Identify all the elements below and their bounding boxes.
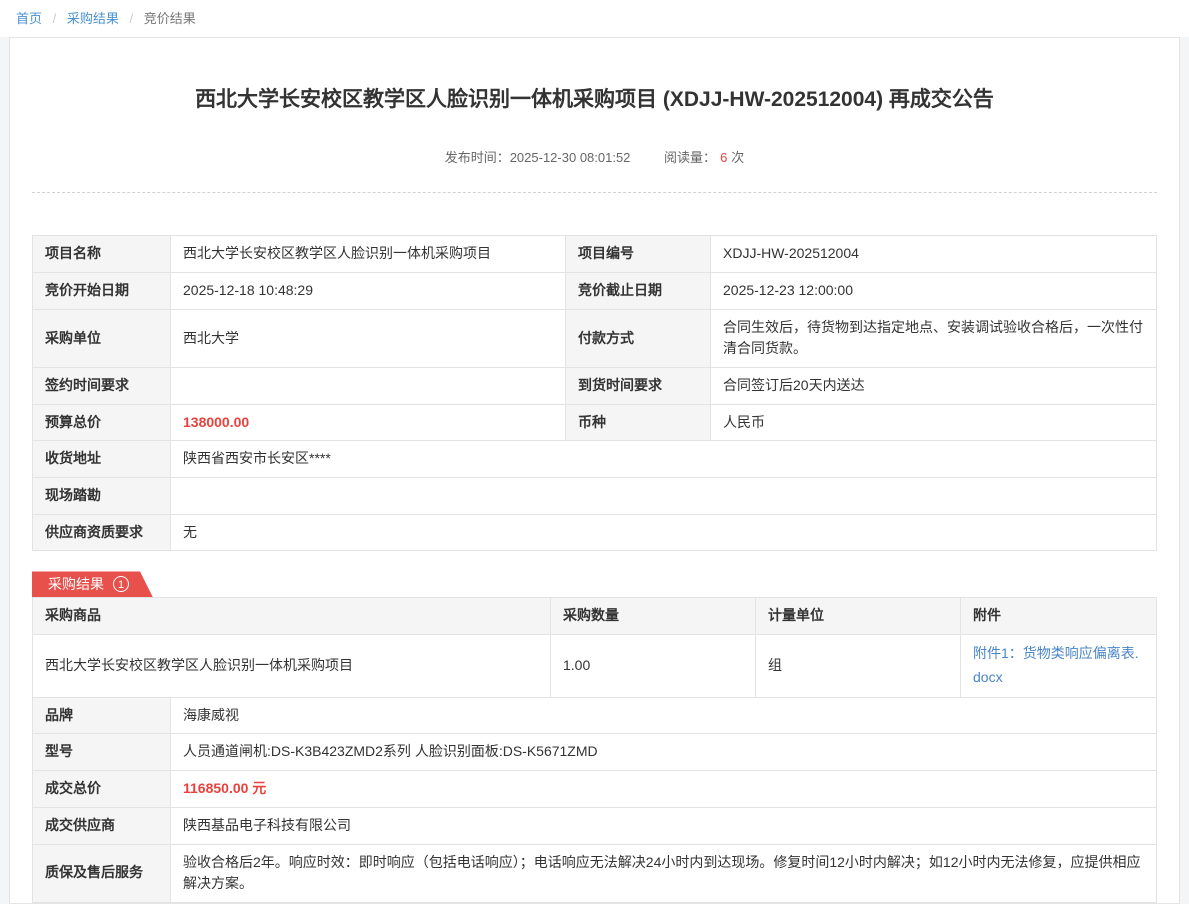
info-value-cell: 2025-12-23 12:00:00 xyxy=(711,272,1157,309)
brand-label-cell: 品牌 xyxy=(33,697,171,734)
table-row: 签约时间要求 到货时间要求 合同签订后20天内送达 xyxy=(33,368,1157,405)
table-row: 收货地址 陕西省西安市长安区**** xyxy=(33,441,1157,478)
publish-time-label: 发布时间： xyxy=(445,150,510,165)
info-label-cell: 到货时间要求 xyxy=(566,368,711,405)
column-header-product: 采购商品 xyxy=(33,598,551,635)
supplier-label-cell: 成交供应商 xyxy=(33,807,171,844)
table-row: 型号 人员通道闸机:DS-K3B423ZMD2系列 人脸识别面板:DS-K567… xyxy=(33,734,1157,771)
info-label-cell: 收货地址 xyxy=(33,441,171,478)
info-label-cell: 币种 xyxy=(566,404,711,441)
info-label-cell: 项目编号 xyxy=(566,236,711,273)
section-divider xyxy=(32,192,1157,193)
info-label-cell: 项目名称 xyxy=(33,236,171,273)
breadcrumb-separator: / xyxy=(53,11,57,26)
read-count-value: 6 xyxy=(720,150,727,165)
breadcrumb-current-page: 竞价结果 xyxy=(144,11,196,26)
read-count-label: 阅读量： xyxy=(664,150,716,165)
read-count-unit: 次 xyxy=(731,150,744,165)
info-value-cell: XDJJ-HW-202512004 xyxy=(711,236,1157,273)
supplier-value-cell: 陕西基品电子科技有限公司 xyxy=(171,807,1157,844)
deal-detail-table: 品牌 海康威视 型号 人员通道闸机:DS-K3B423ZMD2系列 人脸识别面板… xyxy=(32,697,1157,903)
ribbon-count-badge: 1 xyxy=(113,576,129,592)
procurement-result-ribbon: 采购结果 1 xyxy=(32,571,153,597)
info-value-cell: 无 xyxy=(171,514,1157,551)
info-label-cell: 签约时间要求 xyxy=(33,368,171,405)
publish-time-group: 发布时间：2025-12-30 08:01:52 xyxy=(445,150,631,165)
read-count-group: 阅读量： 6次 xyxy=(664,150,744,165)
info-value-cell: 人民币 xyxy=(711,404,1157,441)
info-label-cell: 付款方式 xyxy=(566,309,711,367)
column-header-unit: 计量单位 xyxy=(756,598,961,635)
info-value-cell xyxy=(171,478,1157,515)
table-row: 成交总价 116850.00 元 xyxy=(33,771,1157,808)
project-info-table: 项目名称 西北大学长安校区教学区人脸识别一体机采购项目 项目编号 XDJJ-HW… xyxy=(32,235,1157,551)
table-row: 成交供应商 陕西基品电子科技有限公司 xyxy=(33,807,1157,844)
breadcrumb-separator: / xyxy=(130,11,134,26)
deal-price-value-cell: 116850.00 元 xyxy=(171,771,1157,808)
table-row: 预算总价 138000.00 币种 人民币 xyxy=(33,404,1157,441)
info-value-cell: 陕西省西安市长安区**** xyxy=(171,441,1157,478)
info-label-cell: 竞价开始日期 xyxy=(33,272,171,309)
column-header-quantity: 采购数量 xyxy=(551,598,756,635)
unit-cell: 组 xyxy=(756,635,961,698)
table-row: 现场踏勘 xyxy=(33,478,1157,515)
info-label-cell: 预算总价 xyxy=(33,404,171,441)
publish-meta: 发布时间：2025-12-30 08:01:52 阅读量： 6次 xyxy=(32,147,1157,166)
deal-price-label-cell: 成交总价 xyxy=(33,771,171,808)
attachment-cell: 附件1：货物类响应偏离表.docx xyxy=(961,635,1157,698)
info-value-cell: 2025-12-18 10:48:29 xyxy=(171,272,566,309)
info-value-cell: 合同签订后20天内送达 xyxy=(711,368,1157,405)
publish-time-value: 2025-12-30 08:01:52 xyxy=(510,150,631,165)
warranty-label-cell: 质保及售后服务 xyxy=(33,844,171,902)
quantity-cell: 1.00 xyxy=(551,635,756,698)
table-row: 质保及售后服务 验收合格后2年。响应时效：即时响应（包括电话响应）；电话响应无法… xyxy=(33,844,1157,902)
procurement-result-table: 采购商品 采购数量 计量单位 附件 西北大学长安校区教学区人脸识别一体机采购项目… xyxy=(32,597,1157,697)
attachment-download-link[interactable]: 附件1：货物类响应偏离表.docx xyxy=(973,645,1139,685)
announcement-card: 西北大学长安校区教学区人脸识别一体机采购项目 (XDJJ-HW-20251200… xyxy=(9,37,1180,904)
info-label-cell: 供应商资质要求 xyxy=(33,514,171,551)
model-label-cell: 型号 xyxy=(33,734,171,771)
model-value-cell: 人员通道闸机:DS-K3B423ZMD2系列 人脸识别面板:DS-K5671ZM… xyxy=(171,734,1157,771)
table-row: 项目名称 西北大学长安校区教学区人脸识别一体机采购项目 项目编号 XDJJ-HW… xyxy=(33,236,1157,273)
table-row: 西北大学长安校区教学区人脸识别一体机采购项目 1.00 组 附件1：货物类响应偏… xyxy=(33,635,1157,698)
table-header-row: 采购商品 采购数量 计量单位 附件 xyxy=(33,598,1157,635)
breadcrumb-procurement-results-link[interactable]: 采购结果 xyxy=(67,11,119,26)
info-value-cell: 西北大学长安校区教学区人脸识别一体机采购项目 xyxy=(171,236,566,273)
info-label-cell: 竞价截止日期 xyxy=(566,272,711,309)
column-header-attachment: 附件 xyxy=(961,598,1157,635)
table-row: 供应商资质要求 无 xyxy=(33,514,1157,551)
brand-value-cell: 海康威视 xyxy=(171,697,1157,734)
breadcrumb-home-link[interactable]: 首页 xyxy=(16,11,42,26)
info-label-cell: 采购单位 xyxy=(33,309,171,367)
ribbon-label: 采购结果 xyxy=(48,574,104,594)
info-value-cell xyxy=(171,368,566,405)
table-row: 竞价开始日期 2025-12-18 10:48:29 竞价截止日期 2025-1… xyxy=(33,272,1157,309)
warranty-value-cell: 验收合格后2年。响应时效：即时响应（包括电话响应）；电话响应无法解决24小时内到… xyxy=(171,844,1157,902)
breadcrumb: 首页 / 采购结果 / 竞价结果 xyxy=(0,0,1189,37)
table-row: 采购单位 西北大学 付款方式 合同生效后，待货物到达指定地点、安装调试验收合格后… xyxy=(33,309,1157,367)
page-title: 西北大学长安校区教学区人脸识别一体机采购项目 (XDJJ-HW-20251200… xyxy=(32,86,1157,113)
info-label-cell: 现场踏勘 xyxy=(33,478,171,515)
info-value-cell: 西北大学 xyxy=(171,309,566,367)
table-row: 品牌 海康威视 xyxy=(33,697,1157,734)
product-name-cell: 西北大学长安校区教学区人脸识别一体机采购项目 xyxy=(33,635,551,698)
budget-total-value: 138000.00 xyxy=(171,404,566,441)
info-value-cell: 合同生效后，待货物到达指定地点、安装调试验收合格后，一次性付清合同货款。 xyxy=(711,309,1157,367)
